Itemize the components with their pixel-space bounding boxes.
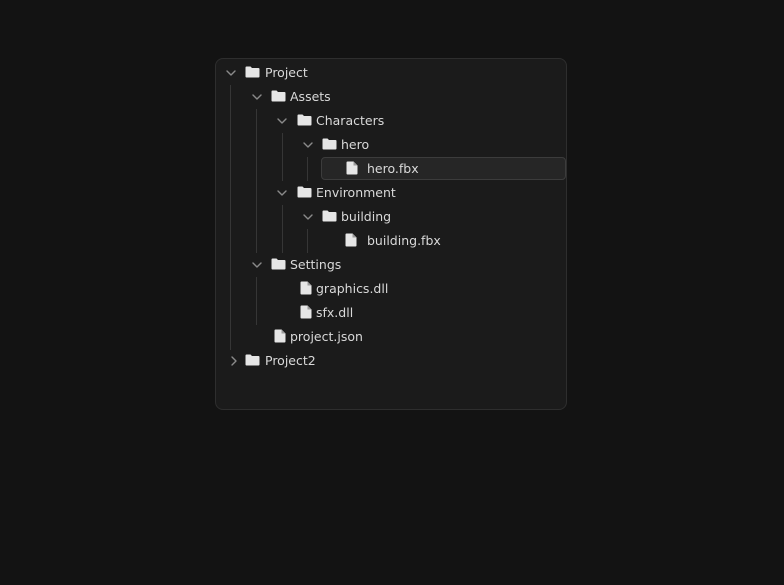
- chevron-down-icon[interactable]: [301, 210, 315, 224]
- folder-icon: [270, 88, 286, 104]
- file-tree-panel: Project Assets Characters hero hero.fbx …: [215, 58, 567, 410]
- tree-item-label: building: [341, 209, 392, 224]
- folder-icon: [270, 256, 286, 272]
- tree-item-building-fbx[interactable]: building.fbx: [321, 230, 562, 252]
- file-icon: [272, 328, 288, 344]
- tree-item-label: sfx.dll: [316, 305, 354, 320]
- tree-item-graphics-dll[interactable]: graphics.dll: [274, 278, 562, 300]
- tree-item-sfx-dll[interactable]: sfx.dll: [274, 302, 562, 324]
- tree-item-label: Project: [265, 65, 308, 80]
- folder-icon: [244, 64, 260, 80]
- chevron-down-icon[interactable]: [250, 90, 264, 104]
- chevron-down-icon[interactable]: [301, 138, 315, 152]
- tree-guide-line: [256, 109, 257, 253]
- folder-icon: [296, 112, 312, 128]
- tree-item-label: hero: [341, 137, 370, 152]
- tree-item-hero[interactable]: hero: [300, 134, 562, 156]
- tree-guide-line: [282, 205, 283, 253]
- chevron-right-icon[interactable]: [227, 354, 241, 368]
- tree-item-label: Assets: [290, 89, 331, 104]
- file-icon: [298, 304, 314, 320]
- tree-item-label: Characters: [316, 113, 385, 128]
- tree-guide-line: [256, 277, 257, 325]
- file-icon: [343, 232, 359, 248]
- chevron-down-icon[interactable]: [224, 66, 238, 80]
- tree-item-hero-fbx[interactable]: hero.fbx: [321, 157, 566, 180]
- chevron-down-icon[interactable]: [275, 114, 289, 128]
- folder-icon: [321, 208, 337, 224]
- tree-item-label: hero.fbx: [367, 161, 419, 176]
- chevron-down-icon[interactable]: [275, 186, 289, 200]
- folder-icon: [321, 136, 337, 152]
- chevron-down-icon[interactable]: [250, 258, 264, 272]
- tree-guide-line: [307, 157, 308, 181]
- tree-item-label: graphics.dll: [316, 281, 389, 296]
- file-icon: [298, 280, 314, 296]
- folder-icon: [296, 184, 312, 200]
- tree-guide-line: [307, 229, 308, 253]
- tree-item-assets[interactable]: Assets: [248, 86, 562, 108]
- tree-item-settings[interactable]: Settings: [248, 254, 562, 276]
- tree-item-project2[interactable]: Project2: [222, 350, 562, 372]
- tree-guide-line: [230, 85, 231, 350]
- folder-icon: [244, 352, 260, 368]
- file-icon: [344, 160, 360, 176]
- tree-item-label: Environment: [316, 185, 396, 200]
- tree-item-label: project.json: [290, 329, 363, 344]
- tree-item-project[interactable]: Project: [222, 62, 562, 84]
- tree-item-label: building.fbx: [367, 233, 441, 248]
- tree-item-label: Project2: [265, 353, 316, 368]
- tree-guide-line: [282, 133, 283, 181]
- tree-item-characters[interactable]: Characters: [274, 110, 562, 132]
- tree-item-label: Settings: [290, 257, 342, 272]
- tree-item-environment[interactable]: Environment: [274, 182, 562, 204]
- tree-item-project-json[interactable]: project.json: [248, 326, 562, 348]
- tree-item-building[interactable]: building: [300, 206, 562, 228]
